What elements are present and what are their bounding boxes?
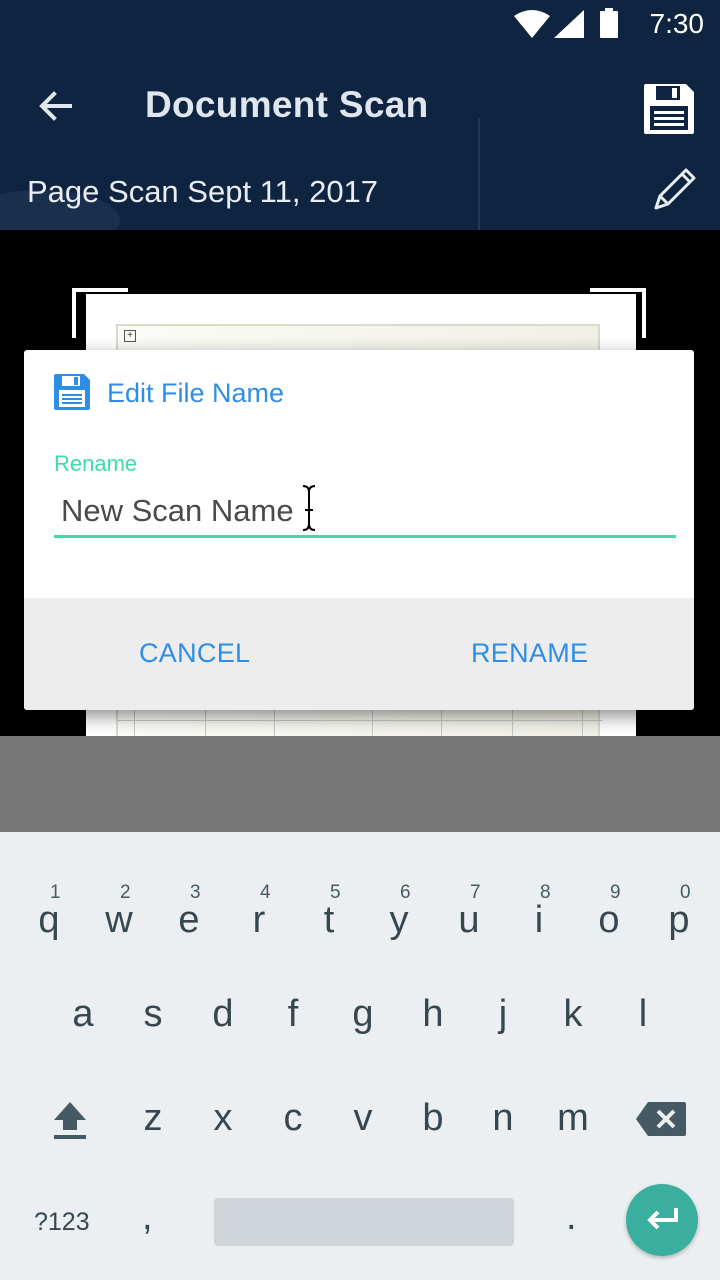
edit-pencil-icon[interactable] <box>650 166 698 214</box>
key-label: p <box>668 899 690 941</box>
rename-field-label: Rename <box>54 451 138 476</box>
key-label: u <box>458 899 480 941</box>
enter-icon <box>647 1208 678 1230</box>
comma-key[interactable]: , <box>142 1196 153 1239</box>
symbols-key[interactable]: ?123 <box>34 1208 90 1237</box>
key-h[interactable]: h <box>398 936 468 1036</box>
key-label: n <box>492 1097 514 1139</box>
space-bar[interactable] <box>214 1198 514 1246</box>
table-line <box>372 708 373 736</box>
key-label: w <box>105 899 133 941</box>
key-b[interactable]: b <box>398 1040 468 1140</box>
edit-file-name-dialog: Edit File Name Rename CANCEL RENAME <box>24 350 694 710</box>
enter-key[interactable] <box>626 1184 698 1256</box>
key-e[interactable]: 3e <box>154 840 224 940</box>
text-cursor-icon <box>302 485 316 531</box>
status-bar: 7:30 <box>0 0 720 48</box>
key-n[interactable]: n <box>468 1040 538 1140</box>
key-label: e <box>178 899 200 941</box>
key-label: f <box>287 993 299 1035</box>
table-line <box>582 708 583 736</box>
key-label: j <box>498 993 508 1035</box>
key-r[interactable]: 4r <box>224 840 294 940</box>
save-icon[interactable] <box>642 82 696 136</box>
page-title: Document Scan <box>145 84 429 125</box>
key-label: b <box>422 1097 444 1139</box>
rename-input[interactable] <box>54 486 676 538</box>
key-label: q <box>38 899 60 941</box>
dim-overlay <box>0 736 720 832</box>
key-l[interactable]: l <box>608 936 678 1036</box>
key-o[interactable]: 9o <box>574 840 644 940</box>
table-line <box>512 708 513 736</box>
key-m[interactable]: m <box>538 1040 608 1140</box>
table-line <box>134 708 135 736</box>
status-time: 7:30 <box>649 8 705 39</box>
key-c[interactable]: c <box>258 1040 328 1140</box>
key-i[interactable]: 8i <box>504 840 574 940</box>
key-t[interactable]: 5t <box>294 840 364 940</box>
key-label: a <box>72 993 94 1035</box>
key-label: v <box>353 1097 373 1139</box>
key-label: y <box>389 899 409 941</box>
table-line <box>274 708 275 736</box>
rename-button[interactable]: RENAME <box>471 638 588 669</box>
key-s[interactable]: s <box>118 936 188 1036</box>
expand-icon: + <box>124 330 136 342</box>
key-label: o <box>598 899 620 941</box>
app-bar: 7:30 Document Scan Page Scan Sept 11, 20… <box>0 0 720 230</box>
key-u[interactable]: 7u <box>434 840 504 940</box>
backspace-icon[interactable] <box>634 1100 688 1138</box>
save-icon <box>54 374 90 410</box>
key-label: i <box>534 899 544 941</box>
key-g[interactable]: g <box>328 936 398 1036</box>
key-label: m <box>557 1097 589 1139</box>
battery-icon <box>600 8 618 38</box>
signal-icon <box>554 10 584 38</box>
key-y[interactable]: 6y <box>364 840 434 940</box>
table-line <box>205 708 206 736</box>
key-q[interactable]: 1q <box>14 840 84 940</box>
key-w[interactable]: 2w <box>84 840 154 940</box>
key-label: l <box>638 993 648 1035</box>
key-j[interactable]: j <box>468 936 538 1036</box>
key-p[interactable]: 0p <box>644 840 714 940</box>
document-name: Page Scan Sept 11, 2017 <box>27 174 379 209</box>
key-d[interactable]: d <box>188 936 258 1036</box>
key-a[interactable]: a <box>48 936 118 1036</box>
key-label: r <box>252 899 266 941</box>
back-arrow-icon[interactable] <box>34 84 78 128</box>
table-line <box>441 708 442 736</box>
key-label: k <box>563 993 583 1035</box>
key-k[interactable]: k <box>538 936 608 1036</box>
key-label: z <box>143 1097 163 1139</box>
key-label: d <box>212 993 234 1035</box>
cancel-button[interactable]: CANCEL <box>139 638 250 669</box>
key-label: t <box>323 899 335 941</box>
table-line <box>118 720 602 721</box>
wifi-icon <box>514 10 550 38</box>
background-decoration <box>478 118 480 230</box>
dialog-title: Edit File Name <box>107 378 285 408</box>
period-key[interactable]: . <box>566 1196 577 1239</box>
key-label: c <box>283 1097 303 1139</box>
key-label: s <box>143 993 163 1035</box>
shift-icon[interactable] <box>50 1098 90 1142</box>
key-label: g <box>352 993 374 1035</box>
key-v[interactable]: v <box>328 1040 398 1140</box>
key-f[interactable]: f <box>258 936 328 1036</box>
key-label: h <box>422 993 444 1035</box>
key-x[interactable]: x <box>188 1040 258 1140</box>
dialog-actions: CANCEL RENAME <box>24 598 694 710</box>
key-label: x <box>213 1097 233 1139</box>
key-z[interactable]: z <box>118 1040 188 1140</box>
